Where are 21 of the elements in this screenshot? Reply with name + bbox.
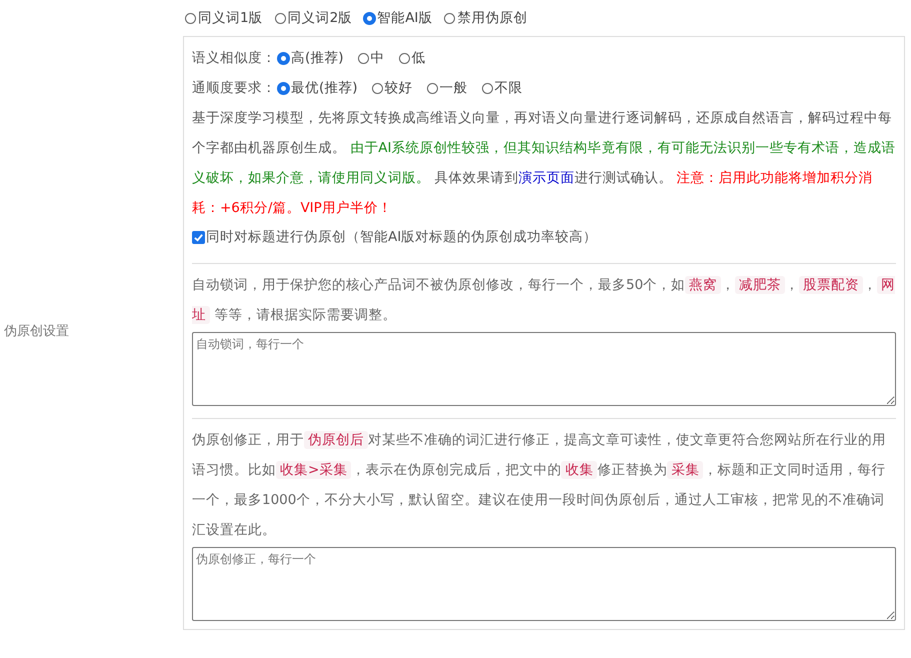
demo-page-link[interactable]: 演示页面 [518,170,574,186]
setting-label: 语义相似度： [192,49,276,67]
description-text: 基于深度学习模型，先将原文转换成高维语义向量，再对语义向量进行逐词解码，还原成自然语言，解码过程中每个字都由机器原创生成。 由于AI系统原创性较强，但其知识结构毕竟有限，有可能无法识别一些专有术语，造成语义破坏，如果介意，请使用同义词版。 具体效果请到演示页面进行测试确认。 注意：启用此功能将增加积分消耗：+6积分/篇。VIP用户半价！ [192,109,896,218]
radio-option[interactable]: 中 [358,49,385,67]
radio-option[interactable]: 一般 [426,79,468,97]
radio-option[interactable]: 最优(推荐) [278,79,358,97]
section-label: 伪原创设置 [3,324,69,339]
setting-label: 通顺度要求： [192,79,276,97]
radio-option[interactable]: 同义词1版 [185,9,263,27]
radio-option[interactable]: 智能AI版 [364,9,432,27]
radio-option[interactable]: 不限 [482,79,523,97]
lock-words-field[interactable]: 自动锁词，每行一个 [192,332,896,406]
radio-option[interactable]: 低 [398,49,426,67]
radio-option[interactable]: 同义词2版 [274,9,352,27]
correction-field[interactable]: 伪原创修正，每行一个 [192,547,896,621]
radio-option[interactable]: 禁用伪原创 [444,9,528,27]
description-text: 自动锁词，用于保护您的核心产品词不被伪原创修改，每行一个，最多50个，如 燕窝 ， 减肥茶 ， 股票配资 ， 网址 等等，请根据实际需要调整。 [192,275,896,326]
radio-option[interactable]: 较好 [372,79,413,97]
title-checkbox[interactable]: 同时对标题进行伪原创（智能AI版对标题的伪原创成功率较高） [192,223,896,251]
description-text: 伪原创修正，用于 伪原创后 对某些不准确的词汇进行修正，提高文章可读性，使文章更符合您网站所在行业的用语习惯。比如 收集>采集 ，表示在伪原创完成后，把文中的 收集 修正替换为 采集 ，标题和正文同时适用，每行一个，最多1000个，不分大小写，默认留空。建议在使用一段时间伪原创后，通过人工审核，把常见的不准确词汇设置在此。 [192,430,887,540]
radio-option[interactable]: 高(推荐) [278,49,344,67]
